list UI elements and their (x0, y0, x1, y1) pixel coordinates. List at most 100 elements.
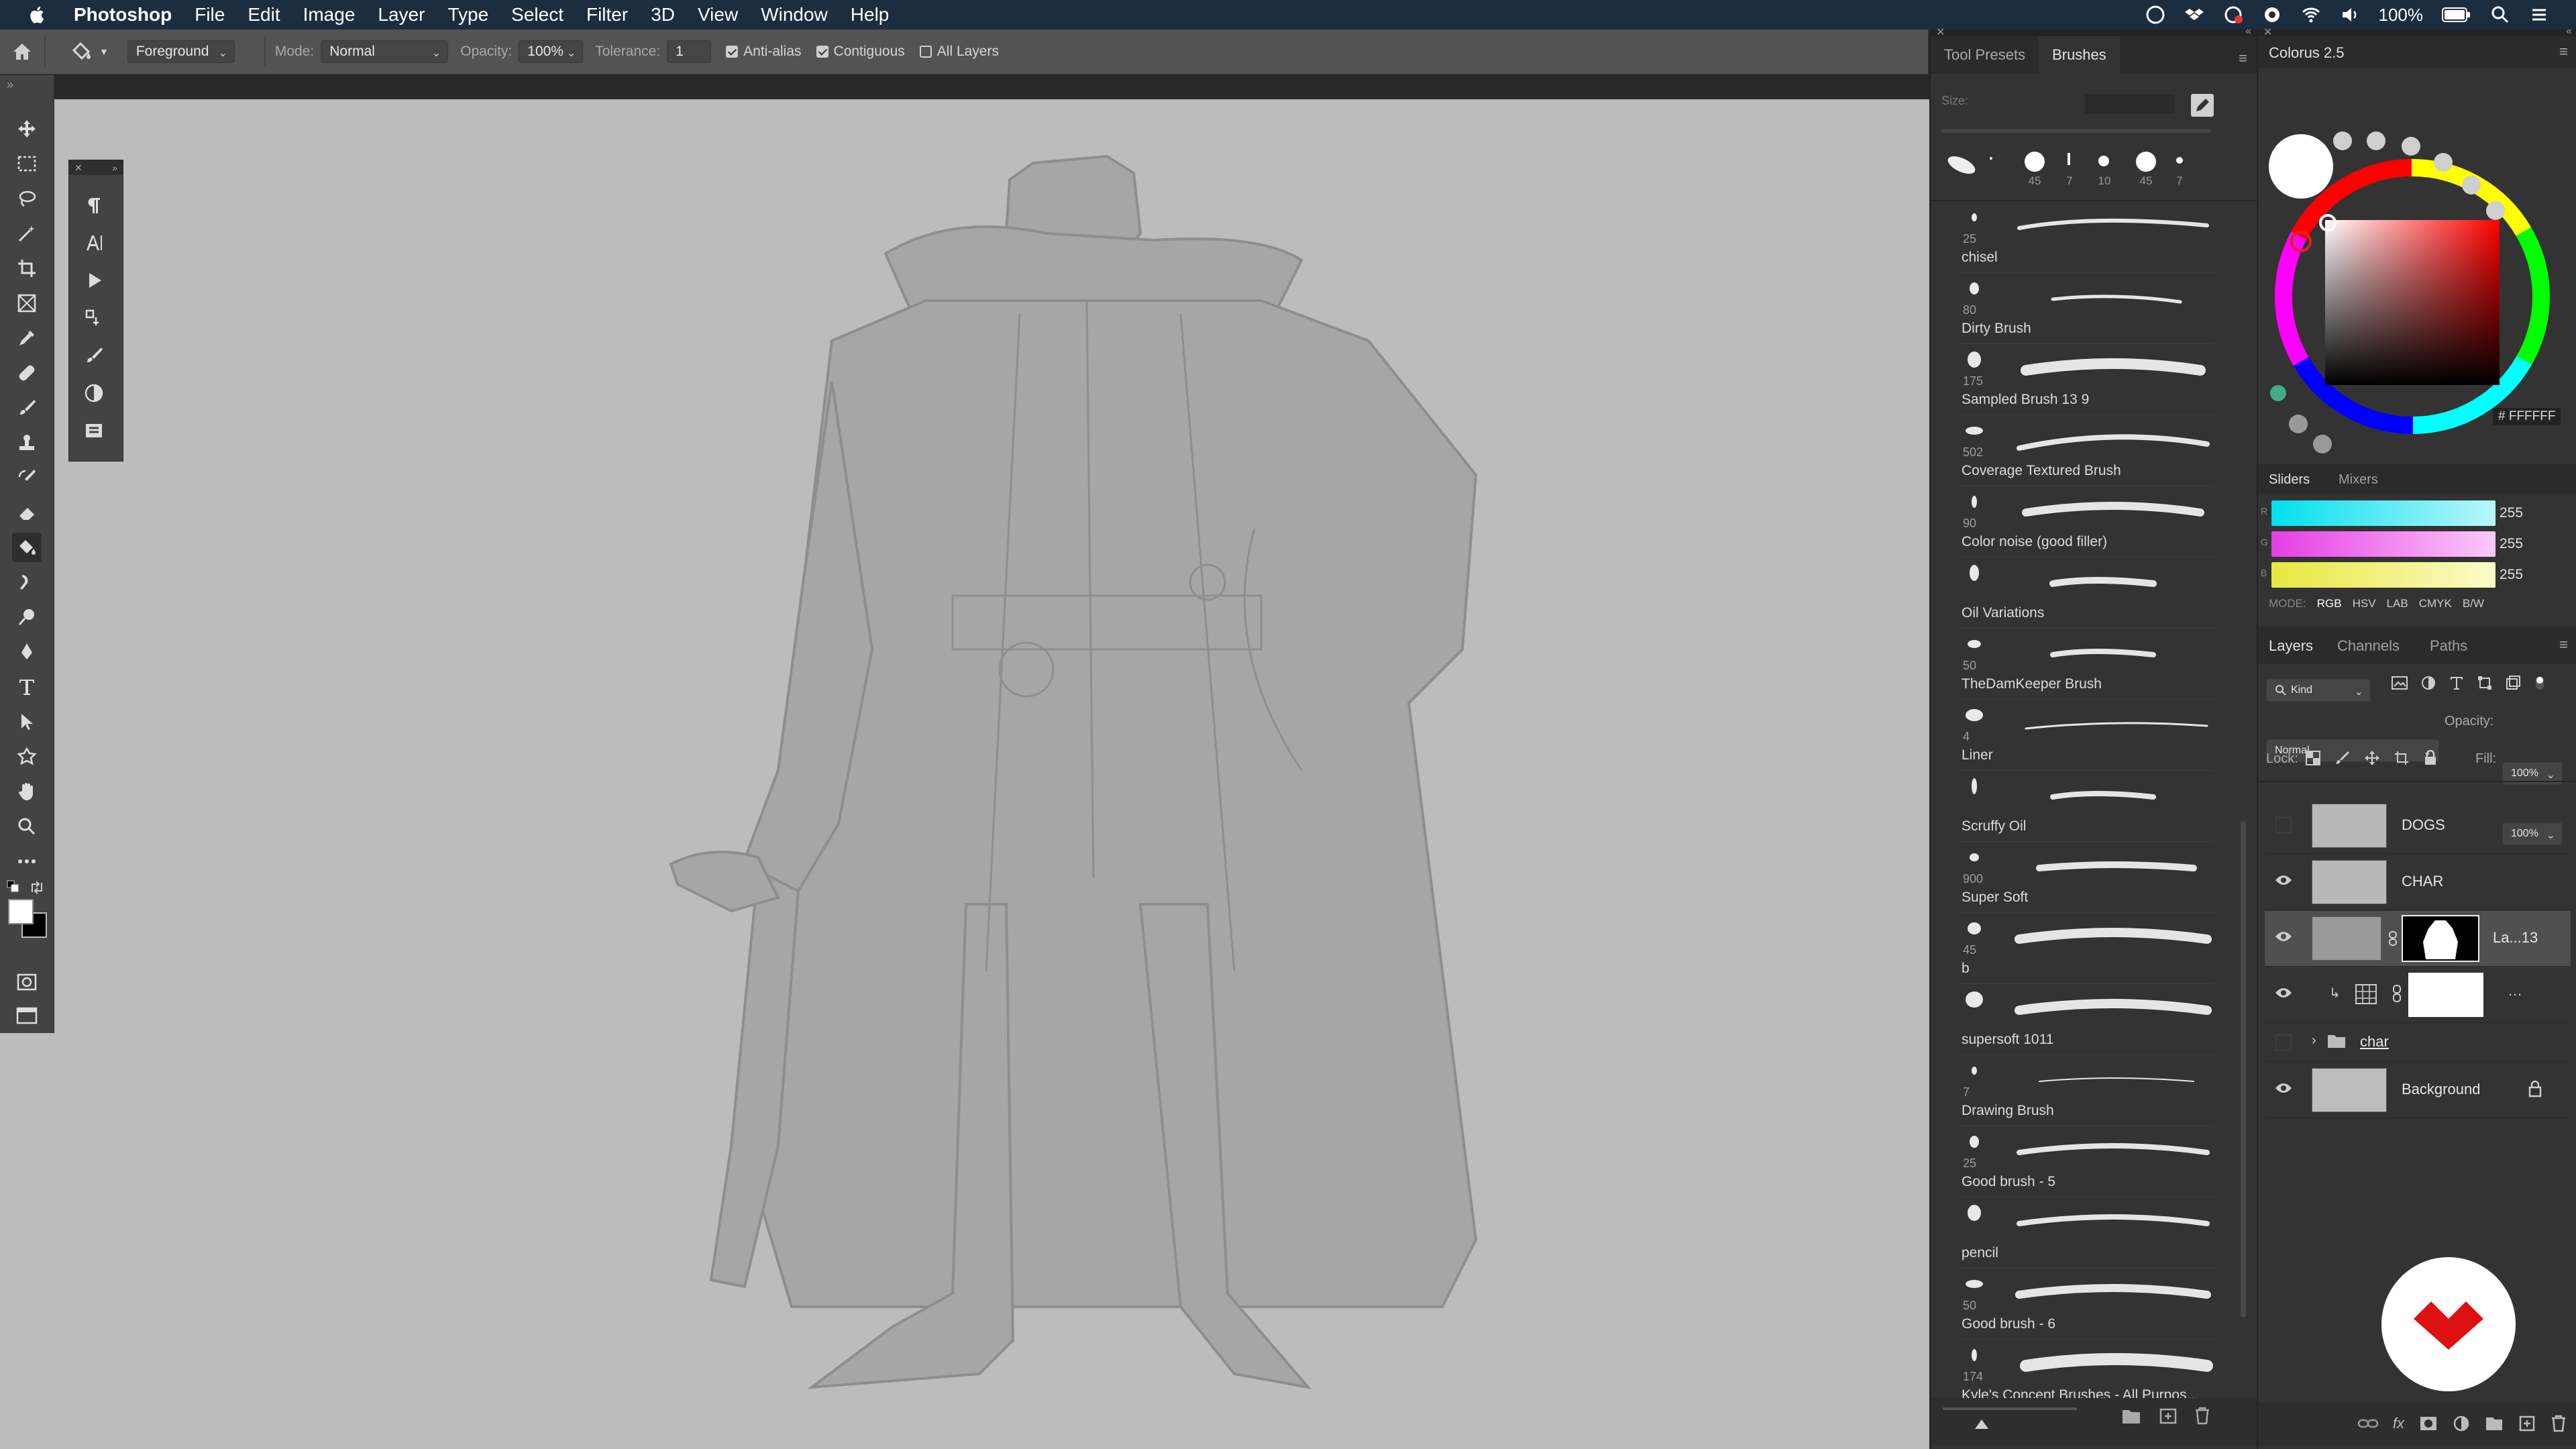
hex-value[interactable]: # FFFFFF (2493, 408, 2561, 425)
anti-alias-checkbox[interactable] (726, 46, 739, 58)
home-button[interactable] (0, 30, 44, 74)
trash-icon[interactable] (2194, 1406, 2211, 1425)
brush-preset-item[interactable]: 45 b (1959, 914, 2214, 984)
menu-file[interactable]: File (195, 4, 225, 25)
clone-stamp-tool[interactable] (12, 428, 42, 458)
lock-transparent-pixels-icon[interactable] (2305, 750, 2321, 766)
menu-3d[interactable]: 3D (651, 4, 675, 25)
adjustment-mask-thumbnail[interactable] (2408, 973, 2483, 1017)
document-canvas[interactable] (0, 99, 1929, 1449)
pen-tool[interactable] (12, 637, 42, 667)
more-options-icon[interactable]: … (2508, 982, 2522, 1000)
paint-bucket-tool[interactable] (12, 533, 42, 562)
recent-brush-5[interactable] (2176, 157, 2183, 164)
tab-tool-presets[interactable]: Tool Presets (1931, 36, 2039, 74)
smudge-tool[interactable] (12, 568, 42, 597)
wifi-icon[interactable] (2301, 5, 2321, 25)
brush-preset-item[interactable]: 7 Drawing Brush (1959, 1056, 2214, 1126)
panel-menu-icon[interactable]: ≡ (2239, 50, 2247, 67)
menu-window[interactable]: Window (761, 4, 828, 25)
layer-row-background[interactable]: Background (2265, 1063, 2571, 1118)
recent-brush-3[interactable] (2098, 156, 2109, 166)
brush-preset-item[interactable]: pencil (1959, 1198, 2214, 1269)
control-center-icon[interactable] (2529, 5, 2549, 25)
lasso-tool[interactable] (12, 184, 42, 213)
menu-type[interactable]: Type (447, 4, 488, 25)
menu-view[interactable]: View (698, 4, 738, 25)
red-channel-value[interactable]: 255 (2500, 502, 2540, 525)
brush-preset-item[interactable]: 175 Sampled Brush 13 9 (1959, 345, 2214, 415)
all-layers-checkbox[interactable] (919, 46, 932, 58)
sync-icon[interactable] (2223, 5, 2243, 25)
mask-link-icon[interactable] (2388, 931, 2398, 946)
brush-preset-item[interactable]: Scruffy Oil (1959, 771, 2214, 842)
mode-lab[interactable]: LAB (2387, 597, 2408, 610)
spotlight-search-icon[interactable] (2490, 5, 2510, 25)
clone-source-panel-button[interactable] (84, 308, 104, 328)
zoom-tool[interactable] (12, 812, 42, 841)
tab-mixers[interactable]: Mixers (2339, 472, 2378, 488)
record-icon[interactable] (2262, 5, 2282, 25)
add-mask-icon[interactable] (2419, 1415, 2438, 1432)
size-slider[interactable] (1941, 129, 2211, 133)
delete-layer-icon[interactable] (2551, 1415, 2567, 1432)
menu-help[interactable]: Help (851, 4, 890, 25)
layer-row-dogs[interactable]: DOGS (2265, 798, 2571, 854)
menu-layer[interactable]: Layer (378, 4, 425, 25)
visibility-toggle-empty[interactable] (2275, 817, 2292, 833)
tool-preset-picker[interactable]: ▼ (70, 41, 109, 62)
tab-brushes[interactable]: Brushes (2039, 36, 2120, 74)
brush-preset-item[interactable]: Oil Variations (1959, 558, 2214, 629)
tab-paths[interactable]: Paths (2430, 637, 2467, 655)
brush-tool[interactable] (12, 393, 42, 423)
filter-adjustment-icon[interactable] (2420, 675, 2436, 691)
group-name[interactable]: char (2360, 1033, 2389, 1051)
eye-icon[interactable] (2274, 930, 2293, 943)
blue-channel-value[interactable]: 255 (2500, 564, 2540, 586)
eye-icon[interactable] (2274, 873, 2293, 887)
mode-select[interactable]: Normal ⌄ (321, 40, 449, 63)
link-layers-icon[interactable] (2357, 1417, 2378, 1430)
dropbox-icon[interactable] (2184, 5, 2204, 25)
menu-app-name[interactable]: Photoshop (74, 4, 172, 25)
eyedropper-tool[interactable] (12, 323, 42, 353)
new-group-icon[interactable] (2485, 1415, 2504, 1432)
crop-tool[interactable] (12, 254, 42, 283)
close-icon[interactable]: ✕ (74, 160, 83, 175)
chain-link-icon[interactable] (2392, 985, 2402, 1002)
actions-panel-button[interactable] (84, 270, 104, 290)
recent-brush-dot[interactable] (1990, 157, 1992, 160)
lock-image-pixels-icon[interactable] (2334, 750, 2351, 766)
character-panel-button[interactable] (84, 233, 104, 253)
adjustments-panel-button[interactable] (84, 383, 104, 403)
magic-wand-tool[interactable] (12, 219, 42, 248)
filter-toggle-icon[interactable] (2533, 675, 2546, 691)
recent-brush-4[interactable] (2136, 152, 2156, 172)
menu-edit[interactable]: Edit (248, 4, 280, 25)
visibility-toggle-empty[interactable] (2275, 1034, 2292, 1051)
healing-brush-tool[interactable] (12, 358, 42, 388)
quick-mask-button[interactable] (12, 967, 42, 997)
lock-all-icon[interactable] (2423, 750, 2438, 766)
mode-bw[interactable]: B/W (2463, 597, 2484, 610)
frame-tool[interactable] (12, 288, 42, 318)
layer-name[interactable]: La...13 (2493, 929, 2538, 947)
recent-brush-2[interactable] (2068, 153, 2070, 165)
layer-filter-kind-select[interactable]: Kind ⌄ (2266, 679, 2371, 702)
filter-type-icon[interactable] (2449, 675, 2465, 691)
menu-filter[interactable]: Filter (586, 4, 628, 25)
brush-preset-item[interactable]: 25 chisel (1959, 203, 2214, 273)
battery-icon[interactable] (2442, 7, 2471, 23)
swap-colors-icon[interactable] (30, 880, 44, 895)
screen-mode-button[interactable] (12, 1001, 42, 1030)
brush-preset-item[interactable]: 502 Coverage Textured Brush (1959, 416, 2214, 486)
layer-effects-fx-icon[interactable]: fx (2393, 1415, 2404, 1432)
hand-tool[interactable] (12, 777, 42, 806)
tab-channels[interactable]: Channels (2337, 637, 2400, 655)
recent-brush-preview-icon[interactable] (1945, 153, 1978, 176)
tolerance-field[interactable]: 1 (667, 40, 712, 63)
move-tool[interactable] (12, 114, 42, 144)
mode-cmyk[interactable]: CMYK (2419, 597, 2452, 610)
green-channel-value[interactable]: 255 (2500, 533, 2540, 555)
layer-row-char[interactable]: CHAR (2265, 855, 2571, 910)
